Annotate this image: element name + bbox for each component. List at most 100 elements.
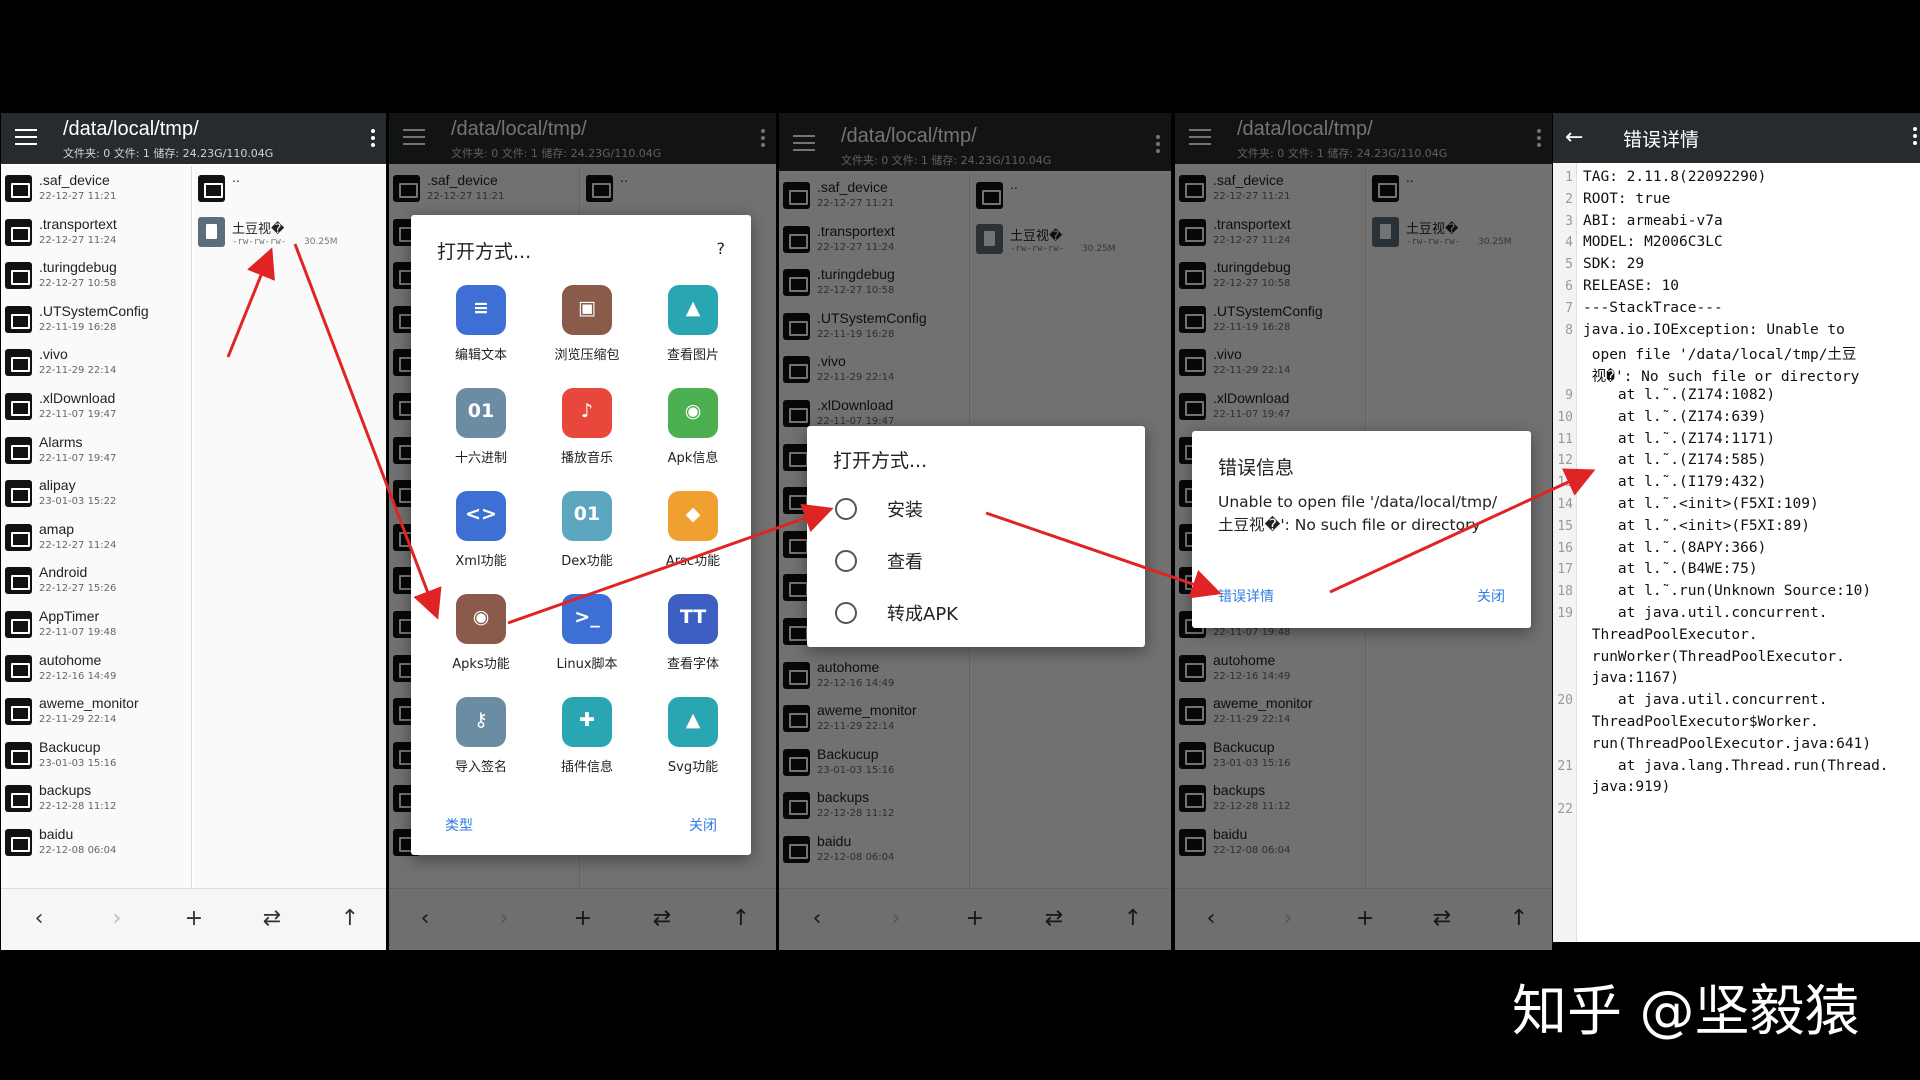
folder-name: .transportext xyxy=(39,215,117,232)
up-directory-icon[interactable]: ↑ xyxy=(330,901,370,937)
close-button[interactable]: 关闭 xyxy=(689,815,717,835)
open-with-dialog: 打开方式... ? ≡ 编辑文本 ▣ 浏览压缩包 ▲ 查看图片 01 十六进制 ♪ 播放音乐 ◉ Ap… xyxy=(411,215,751,855)
folder-row[interactable]: Alarms 22-11-07 19:47 xyxy=(1,428,191,472)
line-number: 17 xyxy=(1557,562,1573,578)
code-line: java:1167) xyxy=(1583,670,1680,687)
more-options-icon[interactable] xyxy=(370,129,376,149)
screen-error-details: ← 错误详情 1 TAG: 2.11.8(22092290) 2 ROOT: true… xyxy=(1553,113,1920,942)
icon-glyph: ♪ xyxy=(580,400,594,422)
folder-date: 22-12-16 14:49 xyxy=(39,670,117,682)
icon-glyph: ✚ xyxy=(579,709,595,731)
folder-row[interactable]: Backucup 23-01-03 15:16 xyxy=(1,733,191,777)
back-arrow-icon[interactable]: ← xyxy=(1565,125,1583,150)
hamburger-menu-icon[interactable] xyxy=(15,129,37,147)
icon-glyph: >_ xyxy=(574,606,600,628)
back-nav-icon[interactable]: ‹ xyxy=(19,901,59,937)
add-icon[interactable]: + xyxy=(174,901,214,937)
line-number: 13 xyxy=(1557,475,1573,491)
plugin-icon: ✚ xyxy=(562,697,612,747)
key-icon: ⚷ xyxy=(456,697,506,747)
folder-icon xyxy=(5,480,32,508)
folder-row[interactable]: .saf_device 22-12-27 11:21 xyxy=(1,166,191,210)
option-install[interactable]: 安装 xyxy=(835,490,1125,526)
item-label: Linux脚本 xyxy=(556,657,618,672)
type-button[interactable]: 类型 xyxy=(445,815,473,835)
line-number: 16 xyxy=(1557,540,1573,556)
folder-name: Backucup xyxy=(39,738,101,755)
more-options-icon[interactable] xyxy=(1912,127,1918,147)
folder-row[interactable]: Android 22-12-27 15:26 xyxy=(1,558,191,602)
folder-row[interactable]: baidu 22-12-08 06:04 xyxy=(1,820,191,864)
code-line: MODEL: M2006C3LC xyxy=(1583,234,1723,251)
folder-icon xyxy=(198,175,225,202)
code-line: runWorker(ThreadPoolExecutor. xyxy=(1583,648,1845,665)
folder-name: baidu xyxy=(39,825,74,842)
line-number: 12 xyxy=(1557,453,1573,469)
folder-row[interactable]: .turingdebug 22-12-27 10:58 xyxy=(1,253,191,297)
folder-name: .xlDownload xyxy=(39,389,116,406)
error-details-button[interactable]: 错误详情 xyxy=(1218,586,1274,606)
close-button[interactable]: 关闭 xyxy=(1477,586,1505,606)
folder-row[interactable]: aweme_monitor 22-11-29 22:14 xyxy=(1,689,191,733)
item-label: 插件信息 xyxy=(560,760,613,775)
file-row-tudou[interactable]: 土豆视� -rw-rw-rw- 30.25M xyxy=(194,210,386,256)
folder-icon xyxy=(5,567,32,595)
open-with-item[interactable]: 01 十六进制 xyxy=(428,388,534,466)
folder-date: 22-12-28 11:12 xyxy=(39,801,117,813)
open-with-item[interactable]: ◉ Apk信息 xyxy=(640,388,746,466)
open-with-item[interactable]: ✚ 插件信息 xyxy=(534,697,640,775)
option-view[interactable]: 查看 xyxy=(835,542,1125,578)
android-icon: ◉ xyxy=(668,388,718,438)
code-line: at java.util.concurrent. xyxy=(1583,692,1828,709)
icon-glyph: ◉ xyxy=(684,400,702,422)
image-icon: ▲ xyxy=(668,285,718,335)
swap-panes-icon[interactable]: ⇄ xyxy=(252,901,292,937)
folder-name: alipay xyxy=(39,477,76,494)
folder-row[interactable]: AppTimer 22-11-07 19:48 xyxy=(1,602,191,646)
line-number: 9 xyxy=(1565,388,1573,403)
folder-row[interactable]: alipay 23-01-03 15:22 xyxy=(1,471,191,515)
folder-name: AppTimer xyxy=(39,607,100,624)
open-with-item[interactable]: ▣ 浏览压缩包 xyxy=(534,285,640,363)
line-number: 15 xyxy=(1557,518,1573,534)
open-with-item[interactable]: ♪ 播放音乐 xyxy=(534,388,640,466)
folder-row[interactable]: autohome 22-12-16 14:49 xyxy=(1,646,191,690)
open-with-item[interactable]: TT 查看字体 xyxy=(640,594,746,672)
radio-button[interactable] xyxy=(835,498,857,520)
code-line: ---StackTrace--- xyxy=(1583,299,1723,316)
option-convert-apk[interactable]: 转成APK xyxy=(835,594,1125,630)
item-label: Svg功能 xyxy=(667,760,719,775)
open-with-item[interactable]: ◆ Arsc功能 xyxy=(640,491,746,569)
top-app-bar: /data/local/tmp/ 文件夹: 0 文件: 1 储存: 24.23G… xyxy=(1,113,386,164)
icon-glyph: ⚷ xyxy=(474,709,488,731)
open-with-item[interactable]: >_ Linux脚本 xyxy=(534,594,640,672)
forward-nav-icon[interactable]: › xyxy=(97,901,137,937)
open-with-item[interactable]: ⚷ 导入签名 xyxy=(428,697,534,775)
folder-row[interactable]: .transportext 22-12-27 11:24 xyxy=(1,210,191,254)
folder-row[interactable]: .xlDownload 22-11-07 19:47 xyxy=(1,384,191,428)
open-with-item[interactable]: ▲ 查看图片 xyxy=(640,285,746,363)
folder-icon xyxy=(5,262,32,290)
open-with-item[interactable]: 01 Dex功能 xyxy=(534,491,640,569)
folder-row[interactable]: backups 22-12-28 11:12 xyxy=(1,776,191,820)
item-label: 十六进制 xyxy=(454,451,507,466)
radio-button[interactable] xyxy=(835,602,857,624)
folder-icon xyxy=(5,610,32,638)
open-with-item[interactable]: <> Xml功能 xyxy=(428,491,534,569)
folder-row[interactable]: .vivo 22-11-29 22:14 xyxy=(1,340,191,384)
open-with-item[interactable]: ≡ 编辑文本 xyxy=(428,285,534,363)
line-number: 3 xyxy=(1565,213,1573,229)
open-with-item[interactable]: ▲ Svg功能 xyxy=(640,697,746,775)
folder-icon xyxy=(5,392,32,420)
item-label: Apks功能 xyxy=(452,657,510,672)
folder-list: .saf_device 22-12-27 11:21 .transportext 22… xyxy=(1,166,192,888)
parent-directory-row[interactable]: .. xyxy=(194,166,386,210)
folder-row[interactable]: .UTSystemConfig 22-11-19 16:28 xyxy=(1,297,191,341)
item-label: Arsc功能 xyxy=(665,554,721,569)
folder-row[interactable]: amap 22-12-27 11:24 xyxy=(1,515,191,559)
help-icon[interactable]: ? xyxy=(717,239,726,258)
open-with-item[interactable]: ◉ Apks功能 xyxy=(428,594,534,672)
radio-button[interactable] xyxy=(835,550,857,572)
icon-glyph: ▲ xyxy=(685,297,701,319)
folder-icon xyxy=(5,436,32,464)
